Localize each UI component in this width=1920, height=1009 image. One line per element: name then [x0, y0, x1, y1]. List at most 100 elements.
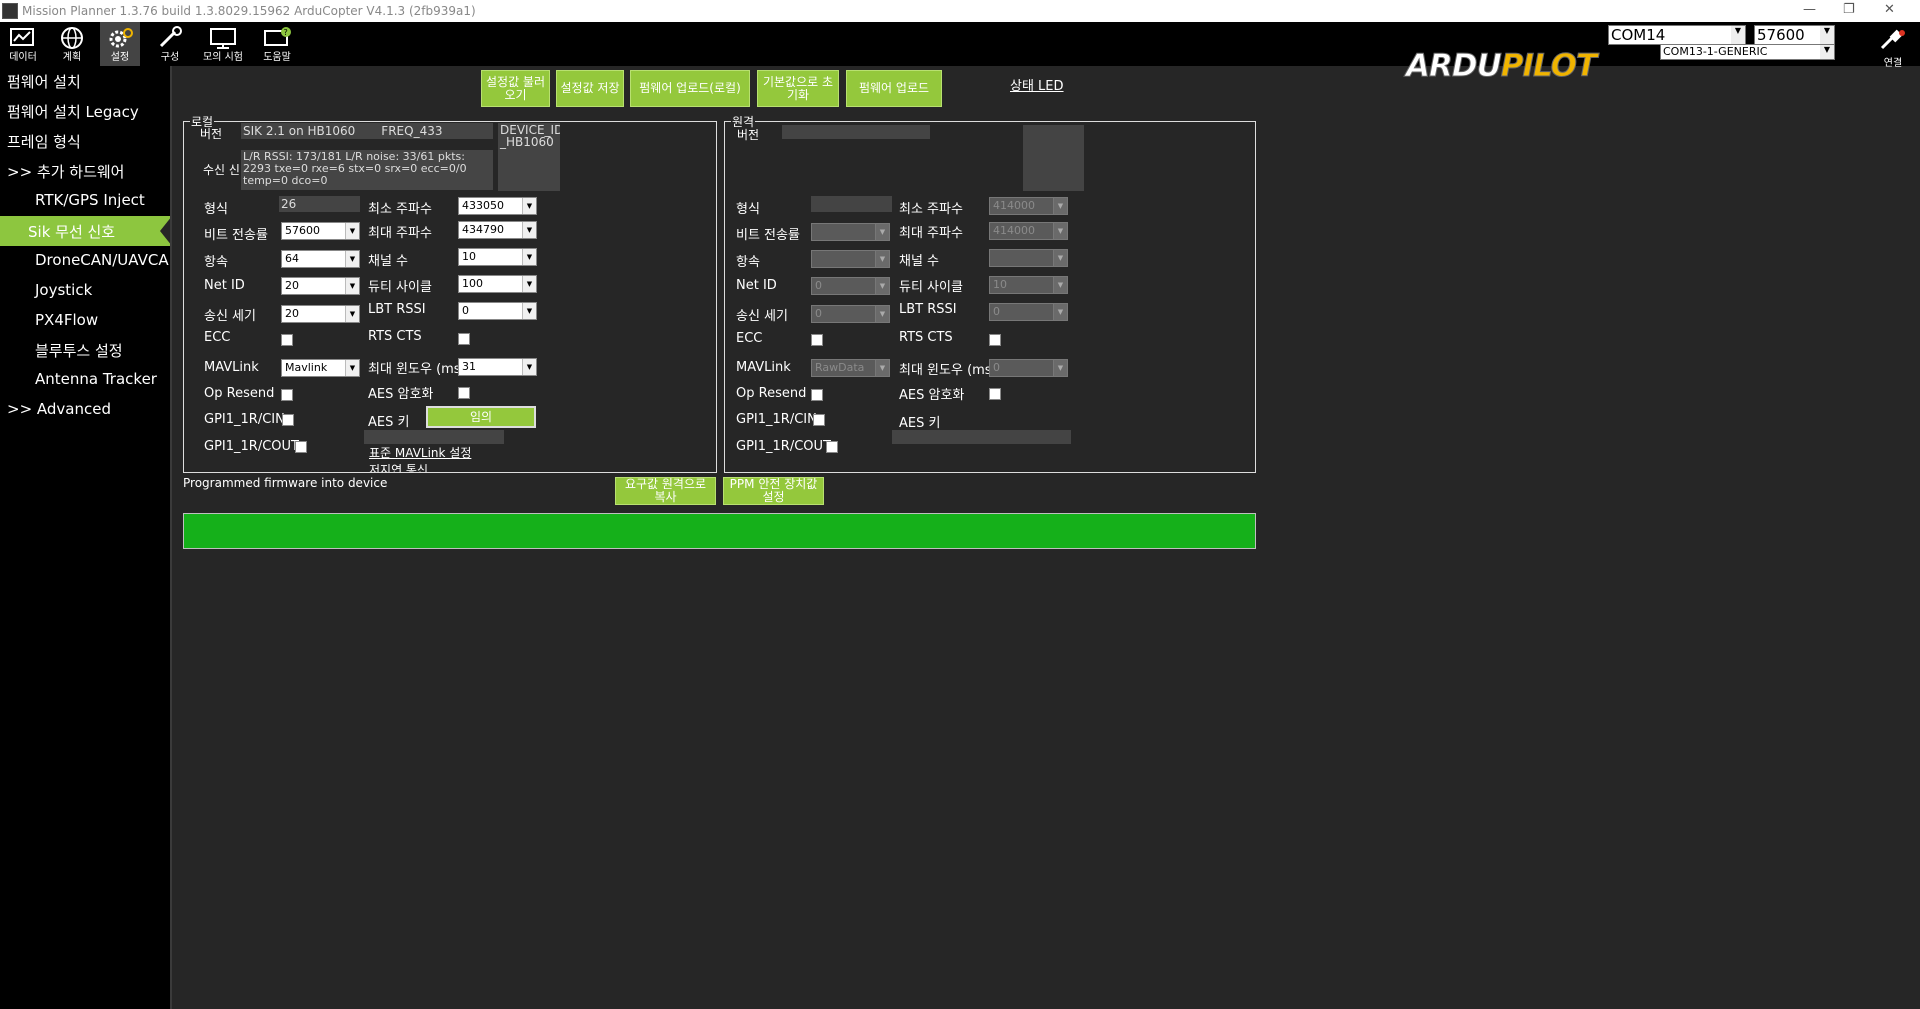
sidebar-item-antenna-tracker[interactable]: Antenna Tracker: [0, 365, 172, 395]
local-aes-key-field[interactable]: [364, 430, 504, 444]
local-maxwindow-value: 31: [462, 360, 476, 373]
local-rtscts-checkbox[interactable]: [458, 333, 470, 345]
remote-mavlink-select[interactable]: RawData ▼: [811, 359, 890, 377]
port-value: COM14: [1611, 26, 1666, 44]
ppm-failsafe-button[interactable]: PPM 안전 장치값 설정: [723, 477, 824, 505]
local-version-field: SIK 2.1 on HB1060 FREQ_433: [241, 123, 493, 139]
remote-gpi-cout-label: GPI1_1R/COUT: [736, 439, 831, 454]
remote-maxfreq-select[interactable]: 414000 ▼: [989, 222, 1068, 240]
title-bar: Mission Planner 1.3.76 build 1.3.8029.15…: [0, 0, 1920, 22]
chevron-down-icon: ▼: [1820, 45, 1834, 59]
local-baud-label: 비트 전송률: [204, 228, 268, 243]
status-message: Programmed firmware into device: [183, 476, 388, 490]
remote-baud-select[interactable]: ▼: [811, 223, 890, 241]
local-aes-enc-checkbox[interactable]: [458, 387, 470, 399]
remote-device-id-field: [1023, 125, 1084, 191]
local-txpower-select[interactable]: 20 ▼: [281, 305, 360, 323]
sidebar-item-dronecan[interactable]: DroneCAN/UAVCAN: [0, 246, 172, 276]
remote-netid-label: Net ID: [736, 278, 777, 293]
sidebar-item-label: DroneCAN/UAVCAN: [35, 251, 172, 269]
local-ecc-checkbox[interactable]: [281, 334, 293, 346]
sidebar-item-sik-radio[interactable]: Sik 무선 신호: [0, 216, 172, 246]
upload-firmware-local-button[interactable]: 펌웨어 업로드(로컬): [630, 70, 750, 107]
remote-rtscts-checkbox[interactable]: [989, 334, 1001, 346]
baud-select[interactable]: 57600 ▼: [1754, 25, 1835, 45]
remote-aes-key-field[interactable]: [892, 430, 1071, 444]
local-netid-select[interactable]: 20 ▼: [281, 277, 360, 295]
std-mavlink-link[interactable]: 표준 MAVLink 설정: [369, 444, 471, 461]
chevron-down-icon: ▼: [522, 303, 536, 319]
aes-key-random-button[interactable]: 임의: [426, 406, 536, 428]
remote-airspeed-select[interactable]: ▼: [811, 250, 890, 268]
toolbar-help-button[interactable]: ? 도움말: [257, 22, 297, 66]
sidebar-item-frame-type[interactable]: 프레임 형식: [0, 126, 172, 156]
toolbar-config-button[interactable]: 구성: [150, 22, 190, 66]
local-gpi-cout-checkbox[interactable]: [295, 441, 307, 453]
remote-aes-enc-label: AES 암호화: [899, 388, 965, 403]
load-settings-button[interactable]: 설정값 불러오기: [481, 70, 550, 107]
remote-maxwindow-select[interactable]: 0 ▼: [989, 359, 1068, 377]
status-led-link[interactable]: 상태 LED: [1010, 75, 1064, 94]
low-latency-link[interactable]: 저지연 통신: [369, 461, 428, 472]
toolbar-plan-button[interactable]: 계획: [52, 22, 92, 66]
local-maxwindow-label: 최대 윈도우 (ms): [368, 362, 466, 377]
local-maxwindow-select[interactable]: 31 ▼: [458, 358, 537, 376]
remote-gpi-cout-checkbox[interactable]: [826, 441, 838, 453]
local-minfreq-label: 최소 주파수: [368, 202, 432, 217]
remote-aes-enc-checkbox[interactable]: [989, 388, 1001, 400]
remote-txpower-select[interactable]: 0 ▼: [811, 305, 890, 323]
logo-pilot: PILOT: [1500, 48, 1597, 85]
remote-ecc-checkbox[interactable]: [811, 334, 823, 346]
sidebar-item-bluetooth[interactable]: 블루투스 설정: [0, 335, 172, 365]
sidebar-item-px4flow[interactable]: PX4Flow: [0, 306, 172, 336]
toolbar-data-button[interactable]: 데이터: [3, 22, 43, 66]
local-maxfreq-select[interactable]: 434790 ▼: [458, 221, 537, 239]
close-icon[interactable]: ✕: [1884, 2, 1895, 17]
remote-opresend-checkbox[interactable]: [811, 389, 823, 401]
local-mavlink-select[interactable]: Mavlink ▼: [281, 359, 360, 377]
local-format-label: 형식: [204, 202, 228, 217]
sidebar-item-rtk-gps-inject[interactable]: RTK/GPS Inject: [0, 186, 172, 216]
local-airspeed-select[interactable]: 64 ▼: [281, 250, 360, 268]
upload-firmware-button[interactable]: 펌웨어 업로드: [846, 70, 942, 107]
local-duty-value: 100: [462, 277, 483, 290]
remote-format-label: 형식: [736, 202, 760, 217]
chevron-down-icon: ▼: [1053, 277, 1067, 293]
toolbar-plan-label: 계획: [62, 52, 82, 63]
remote-lbt-label: LBT RSSI: [899, 302, 957, 317]
local-channels-select[interactable]: 10 ▼: [458, 248, 537, 266]
sidebar-item-optional-hardware[interactable]: >> 추가 하드웨어: [0, 156, 172, 186]
local-version-value: SIK 2.1 on HB1060: [243, 124, 356, 138]
local-freq-value: FREQ_433: [381, 124, 443, 138]
toolbar-setup-button[interactable]: 설정: [100, 22, 140, 66]
local-opresend-checkbox[interactable]: [281, 389, 293, 401]
minimize-icon[interactable]: —: [1803, 2, 1816, 17]
chevron-down-icon: ▼: [345, 251, 359, 267]
sidebar-item-advanced[interactable]: >> Advanced: [0, 395, 172, 425]
toolbar-simulation-button[interactable]: 모의 시험: [203, 22, 243, 66]
reset-defaults-button[interactable]: 기본값으로 초기화: [757, 70, 839, 107]
sidebar-item-joystick[interactable]: Joystick: [0, 276, 172, 306]
port-detail-select[interactable]: COM13-1-GENERIC ▼: [1660, 44, 1835, 60]
local-gpi-cin-checkbox[interactable]: [282, 414, 294, 426]
local-lbt-select[interactable]: 0 ▼: [458, 302, 537, 320]
remote-minfreq-select[interactable]: 414000 ▼: [989, 197, 1068, 215]
remote-gpi-cin-checkbox[interactable]: [813, 414, 825, 426]
remote-duty-select[interactable]: 10 ▼: [989, 276, 1068, 294]
restore-icon[interactable]: ❐: [1843, 2, 1855, 17]
remote-netid-select[interactable]: 0 ▼: [811, 277, 890, 295]
remote-aes-key-label: AES 키: [899, 416, 941, 431]
remote-channels-select[interactable]: ▼: [989, 249, 1068, 267]
local-duty-select[interactable]: 100 ▼: [458, 275, 537, 293]
copy-required-to-remote-button[interactable]: 요구값 원격으로 복사: [615, 477, 716, 505]
save-settings-button[interactable]: 설정값 저장: [556, 70, 624, 107]
local-baud-select[interactable]: 57600 ▼: [281, 222, 360, 240]
connect-button[interactable]: 연결: [1870, 24, 1916, 69]
local-minfreq-select[interactable]: 433050 ▼: [458, 197, 537, 215]
sidebar-item-install-firmware[interactable]: 펌웨어 설치: [0, 66, 172, 96]
sidebar-item-install-firmware-legacy[interactable]: 펌웨어 설치 Legacy: [0, 96, 172, 126]
remote-lbt-select[interactable]: 0 ▼: [989, 303, 1068, 321]
port-select[interactable]: COM14 ▼: [1608, 25, 1746, 45]
local-rx-label: 수신 신: [203, 163, 240, 177]
sidebar-item-label: 프레임 형식: [7, 133, 81, 151]
